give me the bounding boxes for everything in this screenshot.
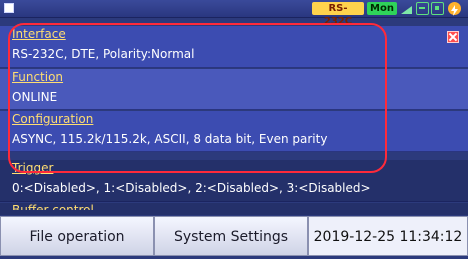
buffer-control-title[interactable]: Buffer control bbox=[12, 203, 94, 210]
mode-badge: Mon bbox=[367, 2, 397, 15]
power-icon bbox=[448, 2, 461, 16]
configuration-value: ASYNC, 115.2k/115.2k, ASCII, 8 data bit,… bbox=[12, 132, 328, 146]
menu-icon[interactable] bbox=[4, 3, 14, 13]
system-settings-button[interactable]: System Settings bbox=[154, 216, 308, 256]
network-icon bbox=[416, 2, 429, 15]
trigger-title[interactable]: Trigger bbox=[12, 161, 53, 175]
status-bar: RS-232C Mon bbox=[0, 0, 468, 27]
interface-title[interactable]: Interface bbox=[12, 27, 66, 41]
function-title[interactable]: Function bbox=[12, 70, 63, 84]
datetime-display: 2019-12-25 11:34:12 bbox=[308, 216, 468, 256]
interface-value: RS-232C, DTE, Polarity:Normal bbox=[12, 47, 195, 61]
settings-row-function[interactable]: Function ONLINE bbox=[0, 69, 468, 110]
settings-row-interface[interactable]: Interface RS-232C, DTE, Polarity:Normal bbox=[0, 26, 468, 68]
function-value: ONLINE bbox=[12, 90, 58, 104]
close-icon[interactable] bbox=[447, 31, 459, 43]
signal-icon bbox=[400, 2, 413, 15]
settings-row-trigger[interactable]: Trigger 0:<Disabled>, 1:<Disabled>, 2:<D… bbox=[0, 160, 468, 202]
interface-badge: RS-232C bbox=[312, 2, 364, 27]
settings-row-buffer-control[interactable]: Buffer control bbox=[0, 203, 468, 215]
configuration-title[interactable]: Configuration bbox=[12, 112, 93, 126]
settings-row-configuration[interactable]: Configuration ASYNC, 115.2k/115.2k, ASCI… bbox=[0, 111, 468, 152]
file-operation-button[interactable]: File operation bbox=[0, 216, 154, 256]
memory-icon bbox=[431, 2, 444, 15]
trigger-value: 0:<Disabled>, 1:<Disabled>, 2:<Disabled>… bbox=[12, 181, 371, 195]
